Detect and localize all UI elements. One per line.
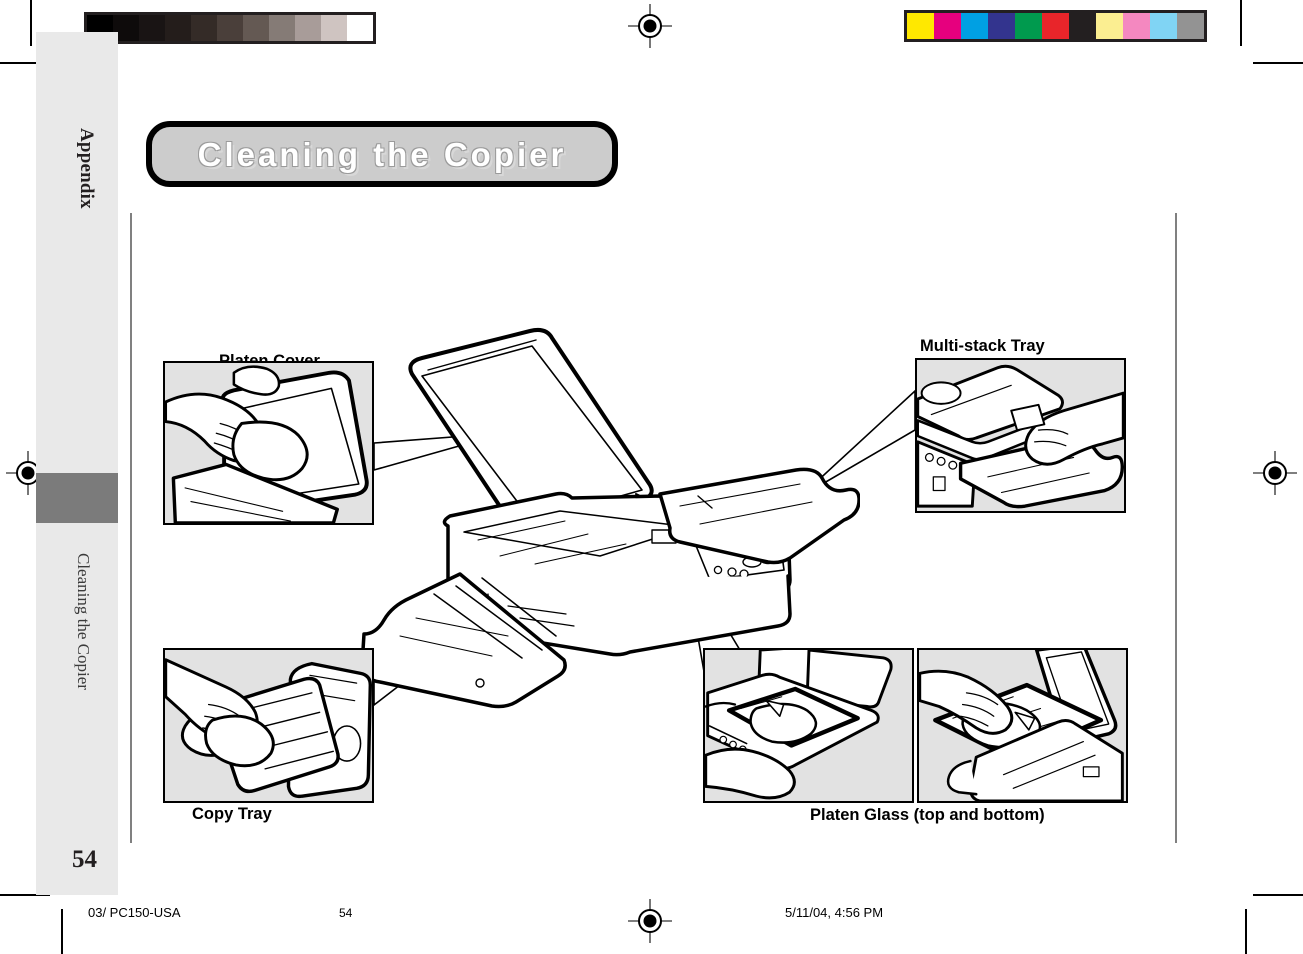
color-swatch: [1177, 13, 1204, 39]
footer-document-id: 03/ PC150-USA: [88, 905, 181, 920]
footer-page-number: 54: [339, 906, 353, 920]
sidebar-section-tab: [36, 473, 118, 523]
footer-timestamp: 5/11/04, 4:56 PM: [785, 905, 884, 920]
crop-mark-bottom-right-horizontal: [1253, 894, 1303, 896]
platen-glass-top-illustration: [705, 650, 893, 800]
grayscale-swatch: [269, 15, 295, 41]
registration-mark-top-icon: [628, 4, 672, 48]
callout-label-copy-tray: Copy Tray: [192, 805, 272, 823]
crop-mark-top-left-vertical: [30, 0, 32, 46]
grayscale-swatch: [243, 15, 269, 41]
page-title-banner: Cleaning the Copier: [146, 121, 618, 187]
callout-label-multi-stack-tray: Multi-stack Tray: [920, 337, 1045, 355]
callout-panel-copy-tray: [163, 648, 374, 803]
color-swatch: [1015, 13, 1042, 39]
color-calibration-strip: [904, 10, 1207, 42]
multi-stack-tray-illustration: [917, 364, 1124, 509]
callout-panel-platen-glass-bottom: [917, 648, 1128, 803]
copy-tray-illustration: [165, 658, 372, 799]
sidebar-chapter-label: Appendix: [76, 128, 97, 209]
color-swatch: [1096, 13, 1123, 39]
manual-page: Appendix Cleaning the Copier 54 Cleaning…: [0, 0, 1303, 954]
callout-label-platen-glass: Platen Glass (top and bottom): [810, 806, 1045, 824]
color-swatch: [1123, 13, 1150, 39]
platen-glass-bottom-illustration: [919, 650, 1124, 801]
color-swatch: [1150, 13, 1177, 39]
color-swatch: [1042, 13, 1069, 39]
crop-mark-bottom-right-vertical: [1245, 909, 1247, 954]
color-swatch: [934, 13, 961, 39]
grayscale-calibration-strip: [84, 12, 376, 44]
color-swatch: [961, 13, 988, 39]
grayscale-swatch: [295, 15, 321, 41]
page-number: 54: [72, 846, 97, 873]
registration-mark-bottom-icon: [628, 899, 672, 943]
crop-mark-top-right-vertical: [1240, 0, 1242, 46]
grayscale-swatch: [191, 15, 217, 41]
registration-mark-right-icon: [1253, 451, 1297, 495]
content-rule-right: [1175, 213, 1177, 843]
grayscale-swatch: [217, 15, 243, 41]
sidebar-section-label: Cleaning the Copier: [74, 553, 93, 690]
callout-panel-platen-glass-top: [703, 648, 914, 803]
crop-mark-top-right-horizontal: [1253, 62, 1303, 64]
page-title: Cleaning the Copier: [197, 136, 567, 173]
content-rule-left: [130, 213, 132, 843]
platen-cover-illustration: [165, 365, 369, 523]
grayscale-swatch: [139, 15, 165, 41]
color-swatch: [907, 13, 934, 39]
callout-panel-platen-cover: [163, 361, 374, 525]
grayscale-swatch: [321, 15, 347, 41]
color-swatch: [1069, 13, 1096, 39]
grayscale-swatch: [165, 15, 191, 41]
callout-panel-multi-stack-tray: [915, 358, 1126, 513]
color-swatch: [988, 13, 1015, 39]
grayscale-swatch: [347, 15, 373, 41]
crop-mark-bottom-left-vertical: [61, 909, 63, 954]
